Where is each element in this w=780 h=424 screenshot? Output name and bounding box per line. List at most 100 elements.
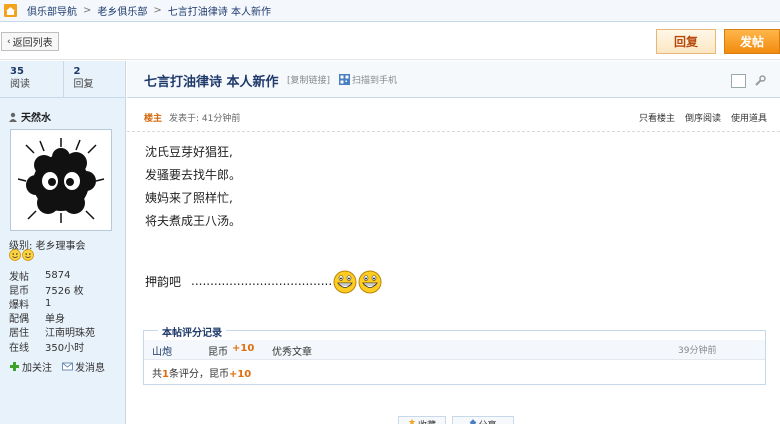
envelope-icon xyxy=(62,362,73,371)
reverse-order-link[interactable]: 倒序阅读 xyxy=(685,111,721,124)
post-body: 沈氏豆芽好猖狂, 发骚要去找牛郎。 姨妈来了照样忙, 将夫煮成王八汤。 xyxy=(145,141,241,233)
scan-to-phone-label: 扫描到手机 xyxy=(352,76,398,86)
info-row-spouse: 配偶 单身 xyxy=(9,311,95,325)
rating-value: +10 xyxy=(232,343,255,354)
home-icon[interactable] xyxy=(4,4,17,17)
replies-label: 回复 xyxy=(73,79,94,90)
star-icon: ★ xyxy=(407,418,417,424)
info-value: 1 xyxy=(45,297,52,309)
action-bar: ‹ 返回列表 回复 发帖 xyxy=(0,23,780,60)
author-header: 天然水 xyxy=(8,109,51,124)
info-key: 发帖 xyxy=(9,271,29,283)
post-bottom-buttons: ★ 收藏 ◆ 分享 xyxy=(398,416,514,424)
rating-field: 昆币 xyxy=(208,347,228,358)
rating-record-box: 本帖评分记录 山炮 昆币 +10 优秀文章 39分钟前 共1条评分，昆币+10 xyxy=(143,324,766,385)
author-sidebar: 35 阅读 2 回复 天然水 级别: 老乡理事会 发帖 5874 昆币 7526… xyxy=(0,61,126,424)
poem-line: 将夫煮成王八汤。 xyxy=(145,214,242,228)
info-row-residence: 居住 江南明珠苑 xyxy=(9,325,95,339)
chevron-left-icon: ‹ xyxy=(7,36,11,47)
crumb-hometown-club[interactable]: 老乡俱乐部 xyxy=(97,3,147,18)
avatar[interactable] xyxy=(10,129,112,231)
breadcrumb: 俱乐部导航 > 老乡俱乐部 > 七言打油律诗 本人新作 xyxy=(0,0,780,22)
plus-icon xyxy=(10,362,19,371)
follow-button[interactable]: 加关注 xyxy=(9,359,52,374)
info-row-posts: 发帖 5874 xyxy=(9,268,95,283)
owner-badge: 楼主 xyxy=(144,114,163,124)
thread-stats: 35 阅读 2 回复 xyxy=(0,61,125,98)
back-to-list-label: 返回列表 xyxy=(12,38,53,49)
post-ops: 只看楼主 倒序阅读 使用道具 xyxy=(639,111,767,124)
smile-medal-icon xyxy=(9,249,21,261)
rating-user[interactable]: 山炮 xyxy=(152,343,172,358)
rhyme-line: 押韵吧 ....................................… xyxy=(145,268,382,294)
copy-link-button[interactable]: [复制链接] xyxy=(287,73,330,86)
ellipsis-dots: ..................................... xyxy=(191,274,333,288)
qr-code-icon xyxy=(339,74,350,85)
back-to-list-button[interactable]: ‹ 返回列表 xyxy=(1,32,59,51)
share-button[interactable]: ◆ 分享 xyxy=(452,416,514,424)
posted-time: 发表于: 41分钟前 xyxy=(169,114,241,124)
rating-row: 山炮 昆币 +10 优秀文章 39分钟前 xyxy=(144,340,765,359)
select-checkbox[interactable] xyxy=(731,74,746,88)
author-actions: 加关注 发消息 xyxy=(9,359,105,374)
send-message-button[interactable]: 发消息 xyxy=(62,359,105,374)
post-title-row: 七言打油律诗 本人新作 [复制链接] 扫描到手机 xyxy=(127,61,780,98)
info-row-online: 在线 350小时 xyxy=(9,339,95,354)
favorite-button[interactable]: ★ 收藏 xyxy=(398,416,446,424)
grinning-face-icon xyxy=(358,270,382,294)
wrench-icon[interactable] xyxy=(753,74,767,88)
author-name[interactable]: 天然水 xyxy=(21,109,51,124)
rhyme-text: 押韵吧 xyxy=(145,274,182,289)
post-meta: 楼主 发表于: 41分钟前 只看楼主 倒序阅读 使用道具 xyxy=(127,99,780,132)
replies-count: 2 xyxy=(73,66,81,77)
post-title: 七言打油律诗 本人新作 xyxy=(144,75,279,90)
crumb-separator: > xyxy=(153,5,162,16)
scan-to-phone-button[interactable]: 扫描到手机 xyxy=(339,73,397,86)
summary-total: +10 xyxy=(228,369,252,380)
user-icon xyxy=(9,112,17,122)
views-stat: 35 阅读 xyxy=(0,61,63,97)
use-item-link[interactable]: 使用道具 xyxy=(731,111,767,124)
info-row-coins: 昆币 7526 枚 xyxy=(9,282,95,297)
summary-count: 1 xyxy=(162,369,169,380)
poem-line: 发骚要去找牛郎。 xyxy=(145,168,242,182)
share-label: 分享 xyxy=(478,418,496,424)
post-main: 七言打油律诗 本人新作 [复制链接] 扫描到手机 楼主 发表于: 41分钟前 只… xyxy=(127,61,780,424)
crumb-current-post: 七言打油律诗 本人新作 xyxy=(167,7,271,18)
views-count: 35 xyxy=(10,66,24,77)
author-info: 发帖 5874 昆币 7526 枚 爆料 1 配偶 单身 居住 江南明珠苑 在线… xyxy=(9,268,95,354)
info-key: 配偶 xyxy=(9,314,29,326)
favorite-label: 收藏 xyxy=(418,418,436,424)
info-value: 7526 枚 xyxy=(45,285,84,297)
rating-summary: 共1条评分，昆币+10 xyxy=(152,365,251,380)
crumb-club-nav[interactable]: 俱乐部导航 xyxy=(27,3,77,18)
info-key: 居住 xyxy=(9,328,29,340)
poem-line: 姨妈来了照样忙, xyxy=(145,191,233,205)
medal-row xyxy=(9,249,34,261)
rating-reason: 优秀文章 xyxy=(272,347,312,358)
divider xyxy=(144,359,765,360)
only-owner-link[interactable]: 只看楼主 xyxy=(639,111,675,124)
info-value: 单身 xyxy=(45,314,65,326)
new-post-button[interactable]: 发帖 xyxy=(724,29,780,54)
info-row-scoops: 爆料 1 xyxy=(9,296,95,311)
info-value: 5874 xyxy=(45,269,71,281)
info-value: 江南明珠苑 xyxy=(45,328,95,340)
follow-label: 加关注 xyxy=(22,363,52,374)
info-value: 350小时 xyxy=(45,342,85,354)
info-key: 爆料 xyxy=(9,299,29,311)
summary-mid: 条评分，昆币 xyxy=(168,369,229,380)
grinning-face-icon xyxy=(333,270,357,294)
poem-line: 沈氏豆芽好猖狂, xyxy=(145,145,233,159)
replies-stat: 2 回复 xyxy=(62,61,126,97)
summary-prefix: 共 xyxy=(152,369,162,380)
crumb-separator: > xyxy=(83,5,92,16)
share-icon: ◆ xyxy=(469,418,477,424)
info-key: 昆币 xyxy=(9,285,29,297)
rating-title: 本帖评分记录 xyxy=(158,324,226,339)
info-key: 在线 xyxy=(9,342,29,354)
reply-button[interactable]: 回复 xyxy=(656,29,716,54)
views-label: 阅读 xyxy=(10,79,30,90)
rating-time: 39分钟前 xyxy=(678,346,717,356)
message-label: 发消息 xyxy=(75,363,105,374)
